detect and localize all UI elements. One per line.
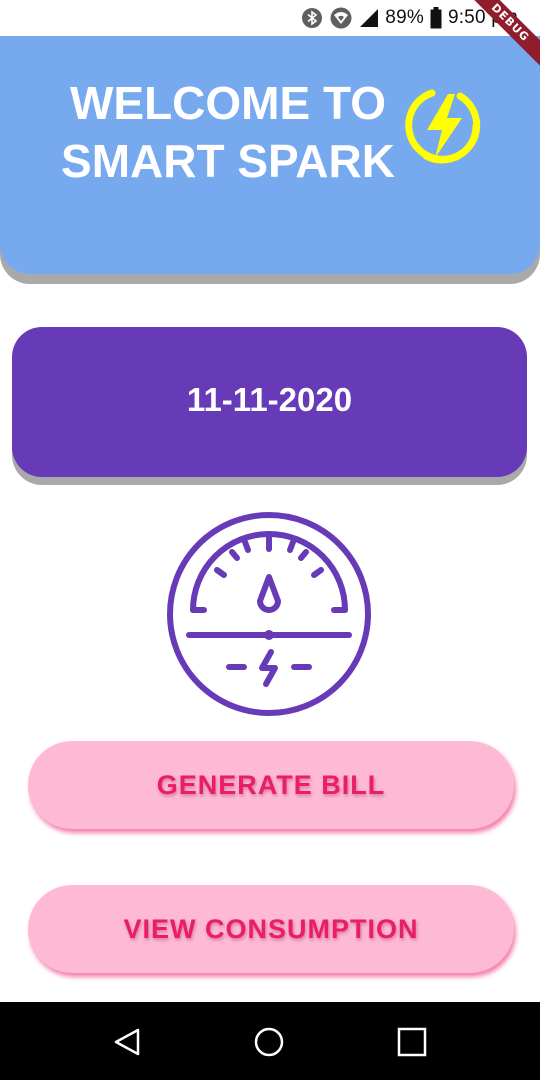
welcome-header: WELCOME TO SMART SPARK	[0, 36, 540, 274]
recents-square-icon[interactable]	[396, 1026, 428, 1058]
battery-icon	[430, 7, 442, 29]
bluetooth-icon	[301, 7, 323, 29]
home-circle-icon[interactable]	[253, 1026, 285, 1058]
generate-bill-label: GENERATE BILL	[156, 769, 386, 800]
status-bar: 89% 9:50 pm	[0, 0, 540, 36]
view-consumption-label: VIEW CONSUMPTION	[123, 913, 419, 944]
view-consumption-button[interactable]: VIEW CONSUMPTION	[28, 885, 514, 973]
battery-percent: 89%	[385, 7, 424, 28]
header-title: WELCOME TO SMART SPARK	[28, 74, 428, 190]
header-title-line-2: SMART SPARK	[61, 135, 395, 187]
signal-icon	[359, 8, 379, 28]
header-title-line-1: WELCOME TO	[69, 77, 387, 129]
wifi-icon	[329, 7, 353, 29]
lightning-bolt-icon	[402, 84, 484, 166]
back-triangle-icon[interactable]	[111, 1026, 143, 1058]
navigation-bar	[0, 1002, 540, 1080]
date-text: 11-11-2020	[186, 381, 353, 418]
date-card: 11-11-2020	[12, 327, 527, 477]
generate-bill-button[interactable]: GENERATE BILL	[28, 741, 514, 829]
electric-meter-icon	[166, 511, 372, 717]
